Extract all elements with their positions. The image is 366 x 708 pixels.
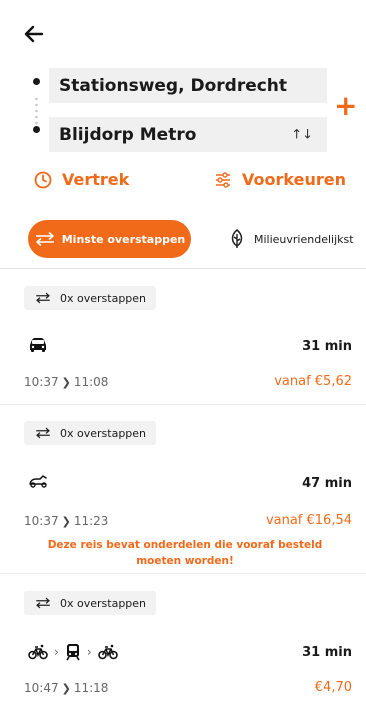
- travel-mode: [28, 474, 50, 488]
- route-section: Stationsweg, Dordrecht Blijdorp Metro ↑↓…: [0, 68, 366, 158]
- filter-fewest-transfers[interactable]: Minste overstappen: [28, 220, 191, 258]
- sliders-icon: [216, 171, 230, 188]
- transfers-label: 0x overstappen: [60, 596, 147, 610]
- results-list: 0x overstappen 31 min 10:37 ❯ 11:08 vana…: [0, 268, 366, 708]
- add-stop-button[interactable]: +: [334, 92, 357, 120]
- chevron-right-icon: ›: [54, 645, 59, 659]
- preferences-button[interactable]: Voorkeuren: [214, 170, 346, 189]
- arrow-left-icon: [24, 25, 44, 43]
- departure-label: Vertrek: [62, 170, 130, 189]
- transfers-badge: 0x overstappen: [24, 286, 157, 310]
- origin-text: Stationsweg, Dordrecht: [59, 75, 288, 96]
- time-range: 10:37 ❯ 11:23: [24, 514, 108, 528]
- origin-field[interactable]: Stationsweg, Dordrecht: [49, 68, 327, 103]
- transfers-badge: 0x overstappen: [24, 591, 157, 615]
- transfer-arrows-icon: [35, 231, 54, 247]
- filter-eco-friendly-label: Milieuvriendelijkst: [254, 232, 354, 246]
- destination-dot-icon: [33, 126, 40, 133]
- arrive-time: 11:23: [73, 514, 109, 528]
- duration: 47 min: [302, 476, 352, 491]
- filter-fewest-transfers-label: Minste overstappen: [61, 232, 186, 246]
- preferences-label: Voorkeuren: [242, 170, 346, 189]
- transfer-arrows-icon: [36, 427, 50, 439]
- transfer-arrows-icon: [36, 292, 50, 304]
- bike-icon: [97, 644, 118, 660]
- chevron-right-icon: ❯: [61, 375, 71, 389]
- time-range: 10:37 ❯ 11:08: [24, 375, 108, 389]
- price: €4,70: [314, 680, 352, 695]
- travel-mode: [28, 337, 48, 353]
- route-line: [35, 96, 38, 126]
- car-icon: [30, 338, 46, 352]
- train-icon: [66, 644, 80, 661]
- duration: 31 min: [302, 339, 352, 354]
- transfers-badge: 0x overstappen: [24, 421, 157, 445]
- filter-row: Minste overstappen Milieuvriendelijkst: [0, 220, 366, 260]
- chevron-right-icon: ›: [86, 645, 92, 659]
- depart-time: 10:47: [24, 681, 59, 695]
- swap-button[interactable]: ↑↓: [291, 127, 313, 142]
- price: vanaf €16,54: [265, 513, 352, 528]
- back-button[interactable]: [22, 22, 46, 46]
- departure-button[interactable]: Vertrek: [34, 170, 129, 189]
- arrive-time: 11:18: [73, 681, 109, 695]
- transfers-label: 0x overstappen: [60, 291, 147, 305]
- pre-booking-notice: Deze reis bevat onderdelen die vooraf be…: [47, 539, 323, 567]
- origin-dot-icon: [33, 78, 40, 85]
- transfers-label: 0x overstappen: [60, 426, 147, 440]
- result-card[interactable]: 0x overstappen 31 min 10:37 ❯ 11:08 vana…: [0, 269, 366, 405]
- price: vanaf €5,62: [274, 374, 352, 389]
- chevron-right-icon: ❯: [61, 514, 71, 528]
- time-range: 10:47 ❯ 11:18: [24, 681, 108, 695]
- transfer-arrows-icon: [36, 597, 50, 609]
- destination-text: Blijdorp Metro: [59, 124, 197, 145]
- scooter-icon: [29, 475, 47, 488]
- clock-icon: [34, 171, 52, 188]
- duration: 31 min: [302, 645, 352, 660]
- leaf-icon: [231, 229, 243, 248]
- travel-mode: › ›: [28, 643, 118, 661]
- result-card[interactable]: 0x overstappen 47 min 10:37 ❯ 11:23 vana…: [0, 406, 366, 574]
- arrive-time: 11:08: [73, 375, 109, 389]
- destination-field[interactable]: Blijdorp Metro ↑↓: [49, 117, 327, 152]
- filter-eco-friendly[interactable]: Milieuvriendelijkst: [228, 226, 354, 252]
- bike-icon: [28, 644, 48, 660]
- depart-time: 10:37: [24, 375, 59, 389]
- chevron-right-icon: ❯: [61, 681, 71, 695]
- result-card[interactable]: 0x overstappen › › 31 min 10:47 ❯ 11:18 …: [0, 575, 366, 708]
- options-row: Vertrek Voorkeuren: [0, 170, 366, 198]
- depart-time: 10:37: [24, 514, 59, 528]
